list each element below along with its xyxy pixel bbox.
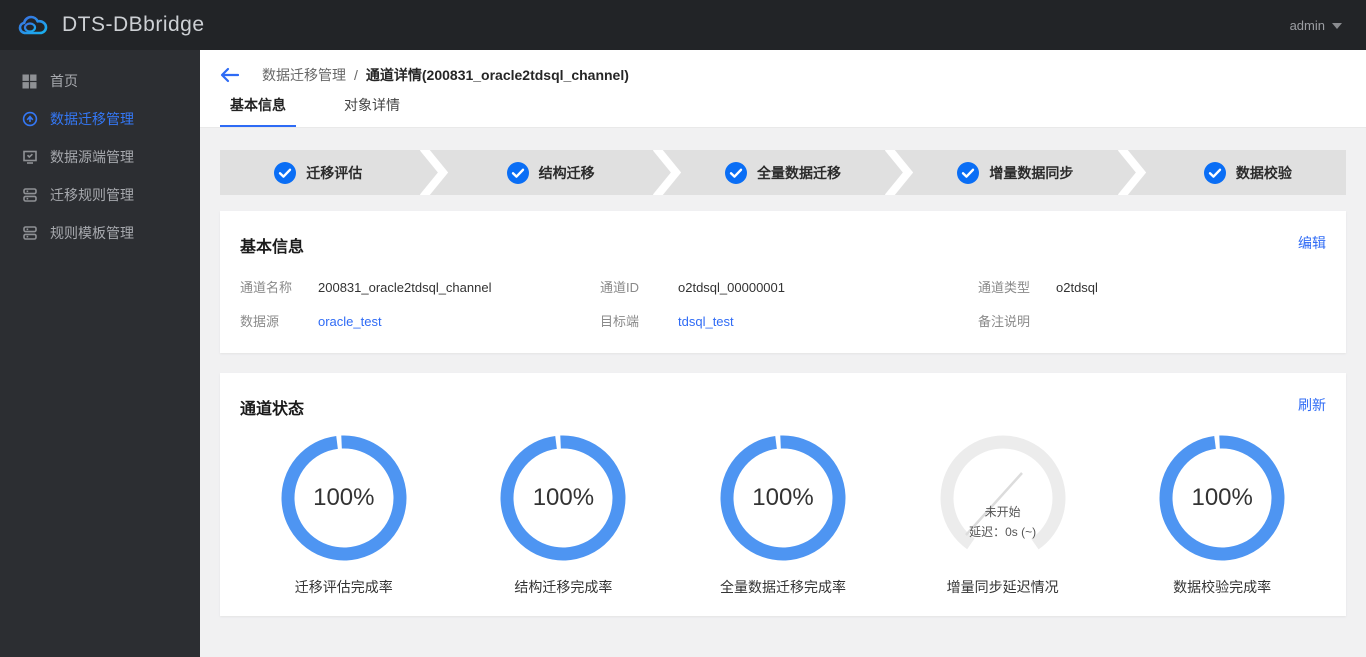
step-label: 增量数据同步 [989,164,1074,181]
donut-value: 100% [532,484,595,511]
donut-value: 100% [313,484,375,511]
donut-label: 数据校验完成率 [1173,579,1272,595]
donut-label: 结构迁移完成率 [514,579,613,595]
sidebar-item-label: 迁移规则管理 [50,187,134,203]
check-circle-icon [957,161,980,184]
sidebar-item-home[interactable]: 首页 [0,62,200,100]
chevron-right-icon [1114,150,1150,195]
field-channel-id: 通道ID o2tdsql_00000001 [600,280,785,295]
main-area: 迁移评估 结构迁移 全量数据迁移 增量数据同步 数据校验 基本信息 编辑 通道名… [200,128,1366,616]
step-structure-migration: 结构迁移 [452,150,648,195]
source-link[interactable]: oracle_test [318,311,382,332]
chevron-right-icon [649,150,685,195]
app-logo: DTS-DBbridge [18,13,205,37]
step-label: 数据校验 [1235,164,1292,181]
field-target: 目标端 tdsql_test [600,311,978,332]
username: admin [1289,17,1325,33]
user-menu[interactable]: admin [1290,18,1342,33]
source-card-icon [21,149,38,166]
check-circle-icon [725,161,748,184]
step-migration-evaluation: 迁移评估 [220,150,416,195]
breadcrumb-parent[interactable]: 数据迁移管理 [262,65,346,85]
rules-stack-icon [21,187,38,204]
donut-full-data-migration: 100% 全量数据迁移完成率 [673,433,893,597]
donut-label: 全量数据迁移完成率 [719,579,846,595]
field-remark: 备注说明 [978,314,1031,329]
step-incremental-sync: 增量数据同步 [917,150,1113,195]
basic-info-grid: 通道名称 200831_oracle2tdsql_channel 通道ID o2… [220,277,1346,332]
page-header: 数据迁移管理 / 通道详情(200831_oracle2tdsql_channe… [200,50,1366,128]
sidebar-item-rule-templates[interactable]: 规则模板管理 [0,214,200,252]
sidebar-item-data-migration[interactable]: 数据迁移管理 [0,100,200,138]
templates-stack-icon [21,225,38,242]
sidebar-item-label: 首页 [50,73,78,89]
basic-info-title: 基本信息 [240,239,305,256]
gauge-delay-text: 延迟：0s (~) [969,525,1037,539]
refresh-link[interactable]: 刷新 [1298,395,1326,415]
donut-value: 100% [1191,484,1253,511]
breadcrumb-separator: / [354,66,358,83]
donut-value: 100% [752,484,814,511]
check-circle-icon [506,161,529,184]
breadcrumb-current: 通道详情(200831_oracle2tdsql_channel) [365,66,629,83]
gauge-status-text: 未开始 [984,505,1021,519]
migration-icon [21,111,38,128]
field-channel-name: 通道名称 200831_oracle2tdsql_channel [240,280,492,295]
channel-status-title: 通道状态 [240,401,305,418]
sidebar-item-label: 规则模板管理 [50,225,134,241]
gauge-chart [940,435,1066,561]
chevron-right-icon [416,150,452,195]
check-circle-icon [1203,161,1226,184]
sidebar-item-migration-rules[interactable]: 迁移规则管理 [0,176,200,214]
step-data-verification: 数据校验 [1150,150,1346,195]
cloud-logo-icon [18,15,48,35]
back-arrow-icon[interactable] [220,65,240,85]
gauge-row: 100% 迁移评估完成率 100% 结构迁移完成率 100% 全量数据迁移完成率… [220,433,1346,597]
chevron-down-icon [1332,23,1342,29]
step-label: 全量数据迁移 [757,164,842,181]
donut-label: 迁移评估完成率 [294,579,393,595]
step-label: 结构迁移 [538,164,595,181]
step-full-data-migration: 全量数据迁移 [685,150,881,195]
gauge-label: 增量同步延迟情况 [946,579,1059,595]
donut-structure-migration: 100% 结构迁移完成率 [454,433,674,597]
edit-link[interactable]: 编辑 [1298,233,1326,253]
donut-migration-evaluation: 100% 迁移评估完成率 [234,433,454,597]
sidebar-item-label: 数据源端管理 [50,149,134,165]
progress-steps: 迁移评估 结构迁移 全量数据迁移 增量数据同步 数据校验 [220,150,1346,195]
main-content: 数据迁移管理 / 通道详情(200831_oracle2tdsql_channe… [200,0,1366,657]
chevron-right-icon [881,150,917,195]
tabs: 基本信息 对象详情 [220,95,410,127]
tab-object-details[interactable]: 对象详情 [334,95,410,127]
topbar: DTS-DBbridge admin [0,0,1366,50]
field-channel-type: 通道类型 o2tdsql [978,280,1098,295]
channel-status-card: 通道状态 刷新 100% 迁移评估完成率 100% 结构迁移完成率 100% 全… [220,373,1346,616]
step-label: 迁移评估 [306,164,363,181]
sidebar: 首页 数据迁移管理 数据源端管理 迁移规则管理 规则模板管理 [0,50,200,657]
field-data-source: 数据源 oracle_test [240,311,600,332]
sidebar-item-datasource[interactable]: 数据源端管理 [0,138,200,176]
app-title: DTS-DBbridge [62,13,205,36]
target-link[interactable]: tdsql_test [678,311,734,332]
tab-basic-info[interactable]: 基本信息 [220,95,296,127]
check-circle-icon [274,161,297,184]
grid-icon [21,73,38,90]
basic-info-card: 基本信息 编辑 通道名称 200831_oracle2tdsql_channel… [220,211,1346,353]
breadcrumb: 数据迁移管理 / 通道详情(200831_oracle2tdsql_channe… [220,50,1346,84]
sidebar-item-label: 数据迁移管理 [50,111,134,127]
donut-data-verification: 100% 数据校验完成率 [1112,433,1332,597]
gauge-incremental-sync-delay: 未开始 延迟：0s (~) 增量同步延迟情况 [893,433,1113,597]
